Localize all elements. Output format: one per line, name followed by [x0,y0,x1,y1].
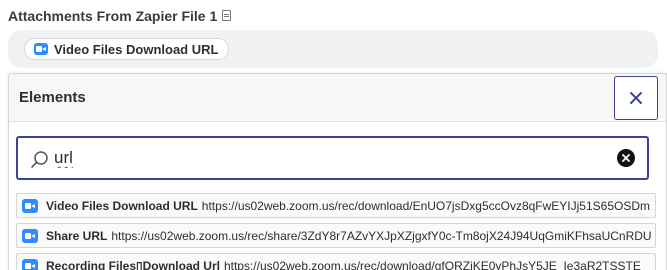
pill-label: Video Files Download URL [54,41,219,57]
result-name: Recording Files▯Download Url [46,258,220,270]
result-name: Share URL [46,228,108,243]
close-icon [630,92,642,104]
panel-title: Elements [19,89,86,106]
document-icon [222,9,232,21]
field-label: Attachments From Zapier File 1 [8,8,232,24]
search-icon [31,151,48,168]
result-value: https://us02web.zoom.us/rec/download/EnU… [201,198,650,213]
results-list: Video Files Download URL https://us02web… [16,193,656,270]
clear-search-button[interactable] [617,149,635,167]
zoom-video-icon [34,43,48,55]
search-box[interactable] [16,136,649,180]
selected-field-pill[interactable]: Video Files Download URL [24,38,230,60]
result-name: Video Files Download URL [46,198,198,213]
field-label-text: Attachments From Zapier File 1 [8,8,218,24]
zoom-video-icon [22,258,38,270]
field-input-box[interactable]: Video Files Download URL [8,30,658,68]
result-value: https://us02web.zoom.us/rec/share/3ZdY8r… [111,228,652,243]
list-item[interactable]: Recording Files▯Download Url https://us0… [16,253,656,270]
zoom-video-icon [22,228,38,243]
search-input[interactable] [54,146,594,170]
list-item[interactable]: Video Files Download URL https://us02web… [16,193,656,218]
panel-header: Elements [9,74,666,122]
result-value: https://us02web.zoom.us/rec/download/gfQ… [223,258,641,270]
elements-panel: Elements Video Files Download URL https:… [8,73,667,270]
clear-icon [622,154,630,162]
close-button[interactable] [614,76,658,120]
list-item[interactable]: Share URL https://us02web.zoom.us/rec/sh… [16,223,656,248]
zoom-video-icon [22,198,38,213]
